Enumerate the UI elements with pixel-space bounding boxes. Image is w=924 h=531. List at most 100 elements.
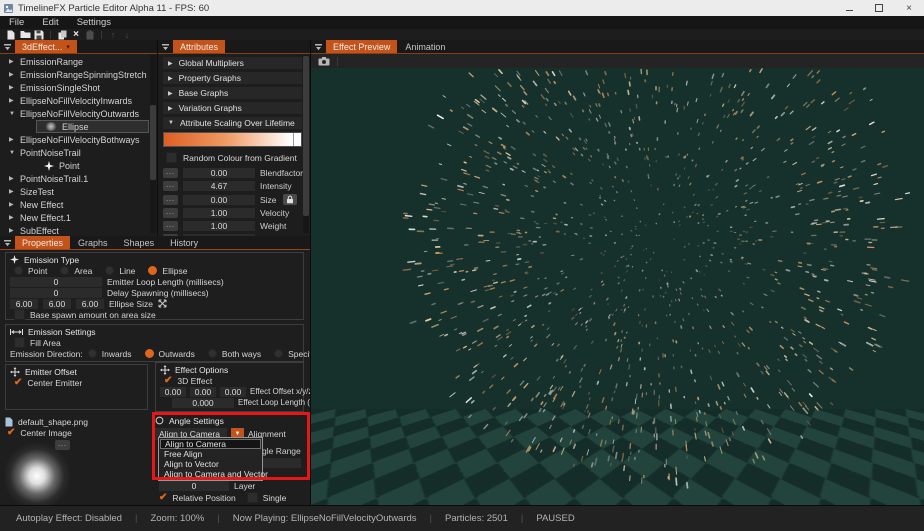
- paste-button[interactable]: [83, 29, 97, 40]
- fill-area-checkbox[interactable]: [14, 337, 25, 348]
- ellipse-size-z-field[interactable]: 6.00: [76, 299, 104, 309]
- more-button[interactable]: ...: [163, 221, 178, 231]
- tab-graphs[interactable]: Graphs: [70, 236, 116, 249]
- more-button[interactable]: ...: [163, 181, 178, 191]
- radio-inwards[interactable]: [88, 349, 97, 358]
- attributes-tab[interactable]: Attributes: [173, 40, 225, 53]
- collapse-panel-icon[interactable]: [311, 40, 326, 53]
- collapse-panel-icon[interactable]: [158, 40, 173, 53]
- chevron-right-icon[interactable]: ▶: [9, 97, 15, 104]
- tab-effect-preview[interactable]: Effect Preview: [326, 40, 397, 53]
- section-global-multipliers[interactable]: ▶Global Multipliers: [163, 57, 302, 69]
- radio-area[interactable]: [60, 266, 69, 275]
- tree-item[interactable]: ▶EmissionSingleShot: [0, 81, 157, 94]
- random-colour-checkbox[interactable]: [166, 152, 177, 163]
- screenshot-button[interactable]: [317, 56, 331, 67]
- tree-item[interactable]: ▶EllipseNoFillVelocityBothways: [0, 133, 157, 146]
- radio-point[interactable]: [14, 266, 23, 275]
- chevron-down-icon[interactable]: ▼: [9, 150, 15, 156]
- tree-item[interactable]: ▶EmissionRange: [0, 55, 157, 68]
- lock-button[interactable]: [283, 194, 297, 205]
- move-down-button[interactable]: ↓: [120, 29, 134, 40]
- effect-offset-z-field[interactable]: 0.00: [220, 387, 246, 397]
- radio-label[interactable]: Point: [28, 266, 47, 276]
- tree-scrollbar-thumb[interactable]: [150, 105, 156, 180]
- chevron-right-icon[interactable]: ▶: [9, 227, 15, 234]
- delete-button[interactable]: ×: [69, 29, 83, 40]
- more-button[interactable]: ...: [163, 195, 178, 205]
- copy-button[interactable]: [55, 29, 69, 40]
- chevron-right-icon[interactable]: ▶: [9, 214, 15, 221]
- chevron-right-icon[interactable]: ▶: [9, 188, 15, 195]
- tree-item-selected[interactable]: Ellipse: [36, 120, 149, 133]
- section-property-graphs[interactable]: ▶Property Graphs: [163, 72, 302, 84]
- chevron-right-icon[interactable]: ▶: [9, 201, 15, 208]
- radio-ellipse[interactable]: [148, 266, 157, 275]
- tree-item[interactable]: ▶New Effect.1: [0, 211, 157, 224]
- size-field[interactable]: 0.00: [183, 195, 255, 205]
- effect-offset-x-field[interactable]: 0.00: [160, 387, 186, 397]
- radio-label[interactable]: Ellipse: [162, 266, 187, 276]
- minimize-button[interactable]: [834, 0, 864, 16]
- radio-specified[interactable]: [274, 349, 283, 358]
- tree-item[interactable]: ▼EllipseNoFillVelocityOutwards: [0, 107, 157, 120]
- effects-tab[interactable]: 3dEffect...▾: [15, 40, 77, 53]
- tab-history[interactable]: History: [162, 236, 206, 249]
- attributes-scrollbar-thumb[interactable]: [303, 56, 309, 216]
- collapse-panel-icon[interactable]: [0, 236, 15, 249]
- weight-field[interactable]: 1.00: [183, 221, 255, 231]
- gradient-marker[interactable]: [293, 133, 296, 146]
- tree-item[interactable]: ▶SizeTest: [0, 185, 157, 198]
- menu-edit[interactable]: Edit: [33, 17, 67, 28]
- tree-item[interactable]: ▶PointNoiseTrail.1: [0, 172, 157, 185]
- radio-label[interactable]: Line: [119, 266, 135, 276]
- maximize-button[interactable]: [864, 0, 894, 16]
- ellipse-size-y-field[interactable]: 6.00: [43, 299, 71, 309]
- radio-label[interactable]: Both ways: [222, 349, 261, 359]
- tree-item[interactable]: ▶New Effect: [0, 198, 157, 211]
- preview-canvas[interactable]: [311, 68, 924, 505]
- tab-animation[interactable]: Animation: [397, 40, 453, 53]
- move-up-button[interactable]: ↑: [106, 29, 120, 40]
- more-button[interactable]: ...: [163, 208, 178, 218]
- tree-item[interactable]: ▶SubEffect: [0, 224, 157, 236]
- menu-settings[interactable]: Settings: [68, 17, 120, 28]
- intensity-field[interactable]: 4.67: [183, 181, 255, 191]
- radio-line[interactable]: [105, 266, 114, 275]
- tree-item[interactable]: ▶EllipseNoFillVelocityInwards: [0, 94, 157, 107]
- menu-file[interactable]: File: [0, 17, 33, 28]
- chevron-right-icon[interactable]: ▶: [9, 136, 15, 143]
- radio-label[interactable]: Area: [74, 266, 92, 276]
- tree-item[interactable]: ▼PointNoiseTrail: [0, 146, 157, 159]
- relative-position-checkbox[interactable]: ✔: [159, 493, 167, 502]
- expand-icon[interactable]: [158, 299, 167, 308]
- chevron-down-icon[interactable]: ▼: [9, 111, 15, 117]
- chevron-right-icon[interactable]: ▶: [9, 71, 15, 78]
- base-spawn-checkbox[interactable]: [14, 309, 25, 320]
- section-attribute-scaling[interactable]: ▼Attribute Scaling Over Lifetime: [163, 117, 302, 129]
- radio-outwards[interactable]: [145, 349, 154, 358]
- tree-item[interactable]: Point: [0, 159, 157, 172]
- chevron-right-icon[interactable]: ▶: [9, 175, 15, 182]
- new-file-button[interactable]: [4, 29, 18, 40]
- layer-field[interactable]: 0: [159, 481, 229, 491]
- radio-both-ways[interactable]: [208, 349, 217, 358]
- velocity-field[interactable]: 1.00: [183, 208, 255, 218]
- radio-label[interactable]: Inwards: [102, 349, 132, 359]
- radio-label[interactable]: Outwards: [159, 349, 195, 359]
- center-image-checkbox[interactable]: ✔: [7, 428, 15, 437]
- close-button[interactable]: ×: [894, 0, 924, 16]
- tab-shapes[interactable]: Shapes: [116, 236, 163, 249]
- ellipse-size-x-field[interactable]: 6.00: [10, 299, 38, 309]
- blendfactor-field[interactable]: 0.00: [183, 168, 255, 178]
- single-checkbox[interactable]: [247, 492, 258, 503]
- collapse-panel-icon[interactable]: [0, 40, 15, 53]
- section-base-graphs[interactable]: ▶Base Graphs: [163, 87, 302, 99]
- effect-loop-length-field[interactable]: 0.000: [172, 398, 234, 408]
- tab-properties[interactable]: Properties: [15, 236, 70, 249]
- delay-spawning-field[interactable]: 0: [10, 288, 102, 298]
- center-emitter-checkbox[interactable]: ✔: [14, 378, 22, 387]
- colour-gradient-bar[interactable]: [163, 132, 302, 147]
- tree-item[interactable]: ▶EmissionRangeSpinningStretch: [0, 68, 157, 81]
- open-folder-button[interactable]: [18, 29, 32, 40]
